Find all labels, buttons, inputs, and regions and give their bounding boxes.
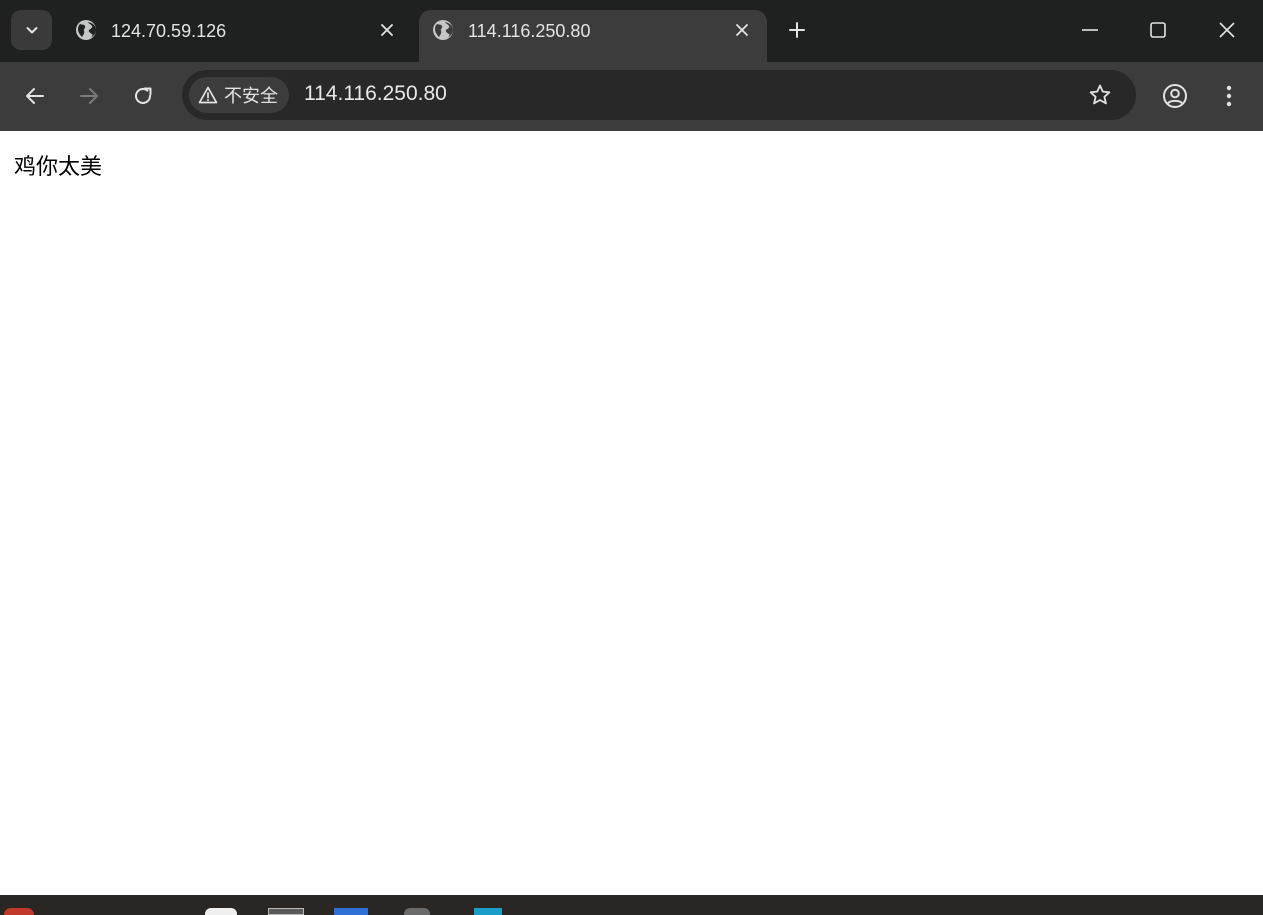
page-content: 鸡你太美 [1, 131, 1261, 895]
window-close-button[interactable] [1211, 14, 1243, 46]
security-status-label: 不安全 [224, 86, 278, 106]
plus-icon [789, 22, 805, 38]
maximize-button[interactable] [1142, 14, 1174, 46]
taskbar-app-icon[interactable] [404, 908, 430, 915]
maximize-icon [1150, 22, 1166, 38]
new-tab-button[interactable] [785, 18, 809, 42]
tab-1[interactable]: 124.70.59.126 [62, 10, 412, 62]
profile-button[interactable] [1160, 81, 1190, 111]
arrow-right-icon [80, 88, 98, 104]
minimize-button[interactable] [1074, 14, 1106, 46]
profile-icon [1163, 84, 1187, 108]
page-text: 鸡你太美 [14, 155, 103, 180]
taskbar-app-icon[interactable] [268, 908, 304, 915]
taskbar-app-icon[interactable] [4, 908, 34, 915]
star-icon [1089, 84, 1111, 105]
site-info-chip[interactable]: 不安全 [189, 77, 289, 113]
address-bar[interactable]: 不安全 114.116.250.80 [182, 70, 1136, 120]
toolbar: 不安全 114.116.250.80 [0, 62, 1263, 131]
taskbar-app-icon[interactable] [205, 908, 237, 915]
warning-icon [198, 86, 218, 104]
reload-icon [135, 87, 152, 104]
bookmark-button[interactable] [1086, 81, 1114, 109]
taskbar [0, 895, 1263, 915]
menu-button[interactable] [1214, 81, 1244, 111]
url-text[interactable]: 114.116.250.80 [304, 82, 447, 106]
tab-title: 114.116.250.80 [468, 21, 591, 41]
forward-button[interactable] [74, 81, 104, 111]
taskbar-app-icon[interactable] [474, 908, 502, 915]
tab-2[interactable]: 114.116.250.80 [419, 10, 767, 62]
globe-icon [433, 20, 453, 40]
back-button[interactable] [20, 81, 50, 111]
browser-window: 124.70.59.126 114.116.250.80 不安全 114.116… [0, 0, 1263, 895]
taskbar-app-icon[interactable] [334, 908, 368, 915]
tab-search-button[interactable] [11, 10, 52, 50]
globe-icon [76, 20, 96, 40]
close-icon [1219, 22, 1235, 38]
minimize-icon [1082, 29, 1098, 31]
chevron-down-icon [26, 27, 37, 34]
reload-button[interactable] [128, 81, 158, 111]
more-vertical-icon [1226, 85, 1232, 107]
close-icon [381, 24, 393, 36]
arrow-left-icon [26, 88, 44, 104]
tab-close-button[interactable] [376, 19, 398, 41]
tab-strip: 124.70.59.126 114.116.250.80 [0, 0, 1263, 62]
tab-close-button[interactable] [731, 19, 753, 41]
tab-title: 124.70.59.126 [111, 21, 227, 41]
close-icon [736, 24, 748, 36]
